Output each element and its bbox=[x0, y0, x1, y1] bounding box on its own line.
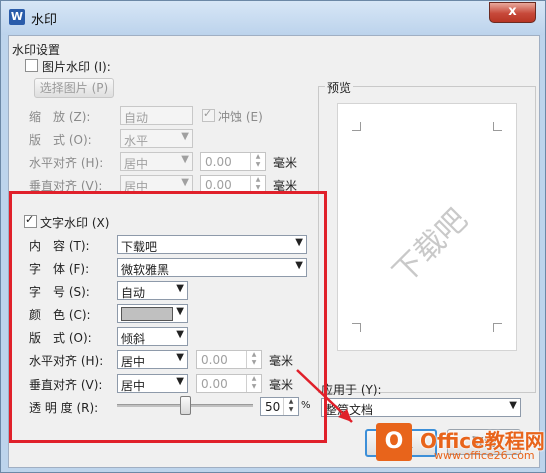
annotation-arrow bbox=[296, 369, 353, 423]
site-logo: O Office教程网 www.office26.com bbox=[376, 419, 545, 471]
site-logo-url: www.office26.com bbox=[434, 449, 535, 462]
office-logo-icon: O bbox=[376, 423, 412, 461]
